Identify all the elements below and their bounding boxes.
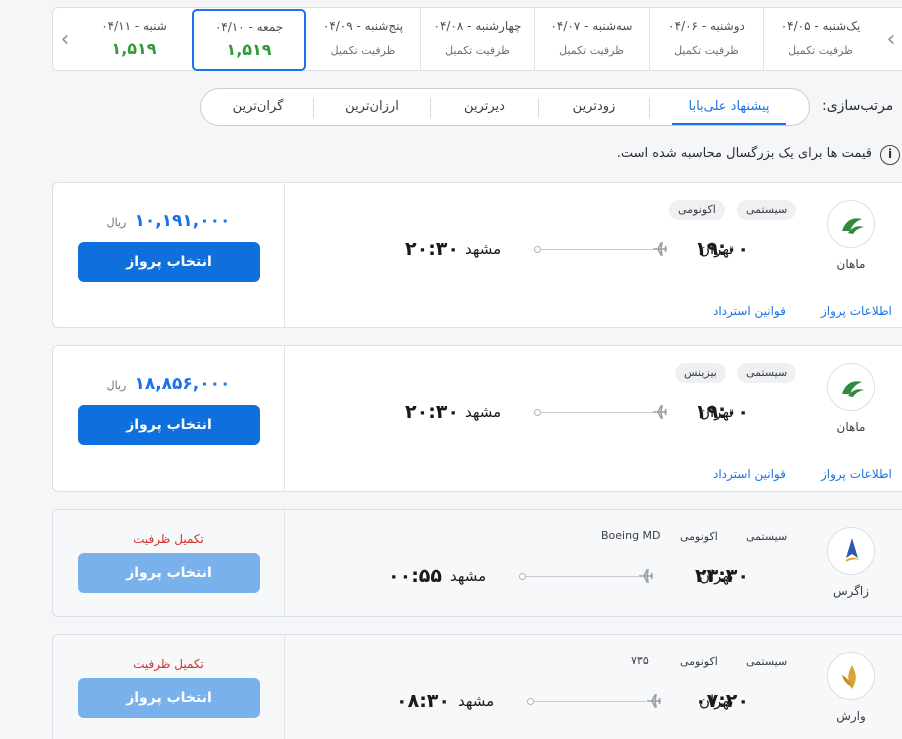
capacity-full-label: تکمیل ظرفیت [133, 532, 204, 546]
aircraft-model: ۷۳۵ [631, 654, 649, 667]
flight-info-link[interactable]: اطلاعات پرواز [821, 304, 892, 318]
refund-rules-link[interactable]: قوانین استرداد [713, 304, 786, 318]
route-start-dot [534, 409, 541, 416]
airplane-icon [652, 241, 668, 257]
date-tab-friday-selected[interactable]: جمعه - ۰۴/۱۰ ۱,۵۱۹ [192, 9, 306, 71]
flight-tag-class: اکونومی [669, 200, 725, 220]
route-start-dot [519, 573, 526, 580]
flight-card: ۱۸,۸۵۶,۰۰۰ ریال انتخاب پرواز ماهان سیستم… [52, 345, 902, 492]
price-amount: ۱۸,۸۵۶,۰۰۰ [134, 374, 231, 394]
price: ۱۸,۸۵۶,۰۰۰ ریال [53, 374, 284, 394]
flight-tag-system: سیستمی [746, 530, 788, 543]
flight-card-full: تکمیل ظرفیت انتخاب پرواز وارش سیستمی اکو… [52, 634, 902, 739]
departure-time: ۰۷:۲۰ [695, 690, 749, 712]
mahan-airline-logo-icon [827, 200, 875, 248]
date-price: ۱,۵۱۹ [111, 39, 157, 58]
route-line [526, 576, 638, 577]
flight-tag-class: اکونومی [680, 655, 718, 668]
airline-name: وارش [836, 709, 866, 723]
card-divider [284, 510, 285, 616]
date-tab-tuesday[interactable]: سه‌شنبه - ۰۴/۰۷ ظرفیت تکمیل [534, 8, 648, 70]
airline-name: ماهان [836, 257, 866, 271]
destination-city: مشهد [458, 692, 495, 710]
price-note: قیمت ها برای یک بزرگسال محاسبه شده است. [616, 146, 872, 161]
route-start-dot [534, 246, 541, 253]
sort-option-cheapest[interactable]: ارزان‌ترین [314, 89, 430, 125]
airline-name: ماهان [836, 420, 866, 434]
arrival-time: ۰۰:۵۵ [388, 565, 442, 587]
route-start-dot [527, 698, 534, 705]
date-tab-monday[interactable]: دوشنبه - ۰۴/۰۶ ظرفیت تکمیل [649, 8, 763, 70]
price-amount: ۱۰,۱۹۱,۰۰۰ [134, 211, 231, 231]
date-label: چهارشنبه - ۰۴/۰۸ [433, 19, 522, 33]
aircraft-model: Boeing MD [601, 529, 661, 542]
mahan-airline-logo-icon [827, 363, 875, 411]
date-label: یک‌شنبه - ۰۴/۰۵ [780, 19, 861, 33]
arrival-time: ۲۰:۳۰ [405, 238, 459, 260]
sort-label: مرتب‌سازی: [822, 98, 894, 114]
sort-option-most-expensive[interactable]: گران‌ترین [203, 89, 313, 125]
price-currency: ریال [106, 379, 127, 392]
airline-name: زاگرس [832, 584, 870, 598]
date-label: سه‌شنبه - ۰۴/۰۷ [550, 19, 633, 33]
date-status: ظرفیت تکمیل [674, 44, 739, 57]
departure-time: ۱۹:۰۰ [695, 401, 749, 423]
departure-time: ۱۹:۰۰ [695, 238, 749, 260]
flight-tag-system: سیستمی [737, 363, 797, 383]
date-status: ظرفیت تکمیل [559, 44, 624, 57]
flight-card: ۱۰,۱۹۱,۰۰۰ ریال انتخاب پرواز ماهان سیستم… [52, 182, 902, 328]
refund-rules-link[interactable]: قوانین استرداد [713, 467, 786, 481]
varesh-airline-logo-icon [827, 652, 875, 700]
card-divider [284, 635, 285, 739]
card-divider [284, 183, 285, 327]
select-flight-button-disabled[interactable]: انتخاب پرواز [78, 678, 260, 718]
departure-time: ۲۳:۳۰ [695, 565, 749, 587]
date-tab-saturday[interactable]: شنبه - ۰۴/۱۱ ۱,۵۱۹ [77, 8, 191, 70]
date-label: جمعه - ۰۴/۱۰ [214, 20, 284, 34]
info-icon: i [880, 145, 900, 165]
airplane-icon [646, 693, 662, 709]
flight-tag-system: سیستمی [746, 655, 788, 668]
select-flight-button-disabled[interactable]: انتخاب پرواز [78, 553, 260, 593]
date-label: شنبه - ۰۴/۱۱ [101, 19, 167, 33]
zagros-airline-logo-icon [827, 527, 875, 575]
arrival-time: ۲۰:۳۰ [405, 401, 459, 423]
select-flight-button[interactable]: انتخاب پرواز [78, 405, 260, 445]
date-price: ۱,۵۱۹ [226, 40, 272, 59]
flight-tag-system: سیستمی [737, 200, 797, 220]
date-status: ظرفیت تکمیل [330, 44, 396, 57]
flight-info-link[interactable]: اطلاعات پرواز [821, 467, 892, 481]
capacity-full-label: تکمیل ظرفیت [133, 657, 204, 671]
date-tab-thursday[interactable]: پنج‌شنبه - ۰۴/۰۹ ظرفیت تکمیل [306, 8, 420, 70]
route-line [534, 701, 646, 702]
arrival-time: ۰۸:۳۰ [396, 690, 450, 712]
destination-city: مشهد [465, 403, 502, 421]
date-status: ظرفیت تکمیل [445, 44, 510, 57]
sort-option-latest[interactable]: دیرترین [431, 89, 538, 125]
flight-tag-class: اکونومی [680, 530, 718, 543]
date-strip: ‹ شنبه - ۰۴/۱۱ ۱,۵۱۹ جمعه - ۰۴/۱۰ ۱,۵۱۹ … [52, 7, 902, 71]
flight-tag-class: بیزینس [675, 363, 726, 383]
price-currency: ریال [106, 216, 127, 229]
sort-option-earliest[interactable]: زودترین [539, 89, 649, 125]
chevron-right-icon[interactable]: ‹ [883, 29, 899, 51]
chevron-left-icon[interactable]: ‹ [57, 29, 73, 51]
route-line [541, 249, 653, 250]
sort-option-recommended[interactable]: پیشنهاد علی‌بابا [650, 89, 808, 125]
date-status: ظرفیت تکمیل [788, 44, 853, 57]
date-tab-wednesday[interactable]: چهارشنبه - ۰۴/۰۸ ظرفیت تکمیل [420, 8, 534, 70]
airplane-icon [652, 404, 668, 420]
card-divider [284, 346, 285, 491]
airplane-icon [638, 568, 654, 584]
destination-city: مشهد [465, 240, 502, 258]
select-flight-button[interactable]: انتخاب پرواز [78, 242, 260, 282]
flight-card-full: تکمیل ظرفیت انتخاب پرواز زاگرس سیستمی اک… [52, 509, 902, 617]
destination-city: مشهد [450, 567, 487, 585]
route-line [541, 412, 653, 413]
sort-options: گران‌ترین ارزان‌ترین دیرترین زودترین پیش… [200, 88, 810, 126]
price: ۱۰,۱۹۱,۰۰۰ ریال [53, 211, 284, 231]
date-tab-sunday[interactable]: یک‌شنبه - ۰۴/۰۵ ظرفیت تکمیل [763, 8, 877, 70]
date-label: پنج‌شنبه - ۰۴/۰۹ [322, 19, 404, 33]
date-label: دوشنبه - ۰۴/۰۶ [668, 19, 745, 33]
